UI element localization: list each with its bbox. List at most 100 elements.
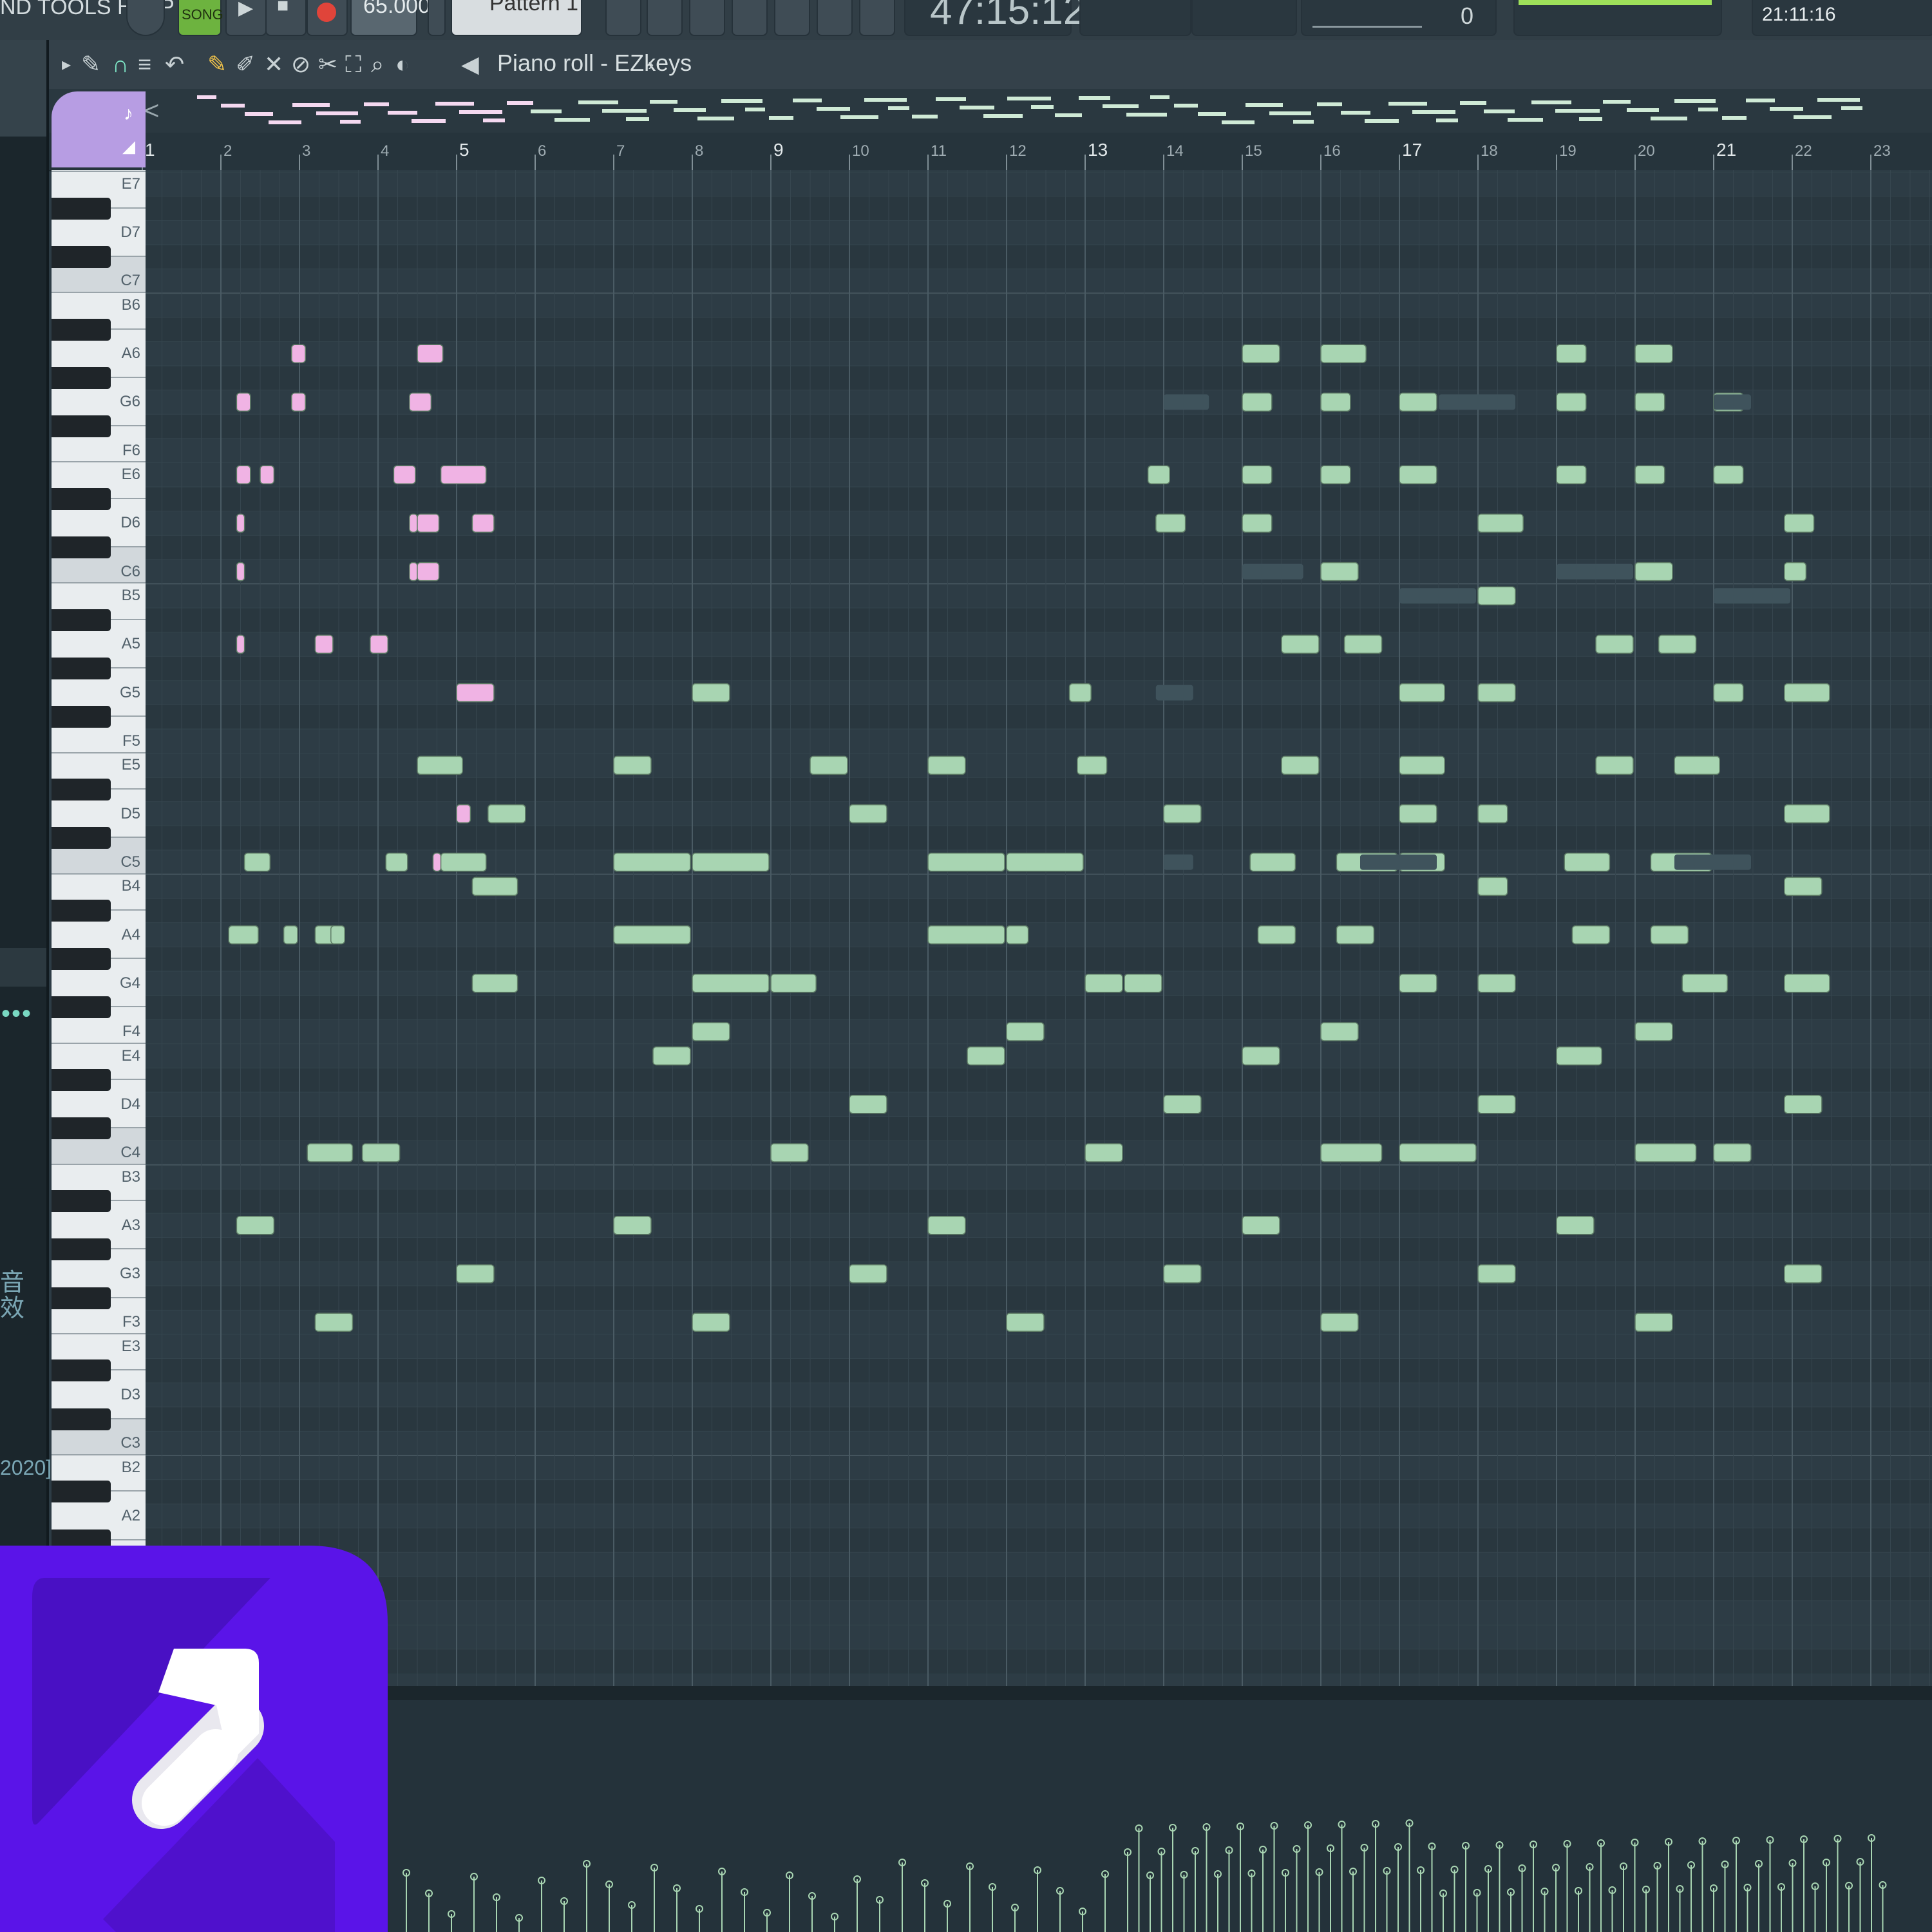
note[interactable]	[1006, 1022, 1045, 1041]
note[interactable]	[1242, 1216, 1280, 1235]
pink-note[interactable]	[236, 562, 245, 582]
note[interactable]	[1713, 1143, 1752, 1162]
note[interactable]	[1634, 1143, 1697, 1162]
note[interactable]	[1163, 804, 1202, 824]
note[interactable]	[1477, 513, 1524, 533]
note[interactable]	[849, 1264, 887, 1283]
pink-note[interactable]	[471, 513, 495, 533]
play-button[interactable]: ▶	[225, 0, 267, 36]
delete-icon[interactable]: ✕	[264, 52, 283, 77]
pink-note[interactable]	[417, 562, 440, 582]
note[interactable]	[1320, 1143, 1383, 1162]
pink-note[interactable]	[393, 465, 416, 484]
note[interactable]	[1343, 634, 1383, 654]
note[interactable]	[1155, 513, 1186, 533]
pink-note[interactable]	[370, 634, 389, 654]
note[interactable]	[849, 804, 887, 824]
master-volume-slider[interactable]	[1513, 0, 1722, 36]
speaker-icon[interactable]: ◀	[461, 52, 479, 77]
black-key[interactable]	[52, 1117, 111, 1140]
pink-note[interactable]	[417, 344, 444, 363]
browser-divider[interactable]	[0, 948, 46, 987]
note[interactable]	[1068, 683, 1092, 703]
note[interactable]	[1556, 465, 1587, 484]
effects-label[interactable]: 音效	[0, 1270, 46, 1321]
browser-dots[interactable]: •••	[1, 999, 32, 1028]
note[interactable]	[692, 974, 770, 993]
note[interactable]	[1320, 344, 1367, 363]
black-key[interactable]	[52, 706, 111, 728]
note[interactable]	[1399, 465, 1437, 484]
note[interactable]	[1006, 853, 1084, 872]
black-key[interactable]	[52, 318, 111, 341]
velocity-splitter[interactable]	[146, 1686, 1932, 1700]
pink-note[interactable]	[456, 683, 495, 703]
black-key[interactable]	[52, 996, 111, 1019]
note[interactable]	[1634, 1022, 1673, 1041]
note[interactable]	[1399, 683, 1445, 703]
note[interactable]	[243, 853, 271, 872]
undo-icon[interactable]: ↶	[165, 52, 184, 77]
note-grid[interactable]	[146, 170, 1932, 1690]
note[interactable]	[1242, 465, 1273, 484]
tool-button-4[interactable]	[732, 0, 768, 36]
note[interactable]	[1477, 1264, 1516, 1283]
note[interactable]	[1163, 1095, 1202, 1114]
note[interactable]	[1320, 392, 1351, 412]
black-key[interactable]	[52, 1069, 111, 1092]
note[interactable]	[1634, 465, 1665, 484]
note[interactable]	[810, 755, 848, 775]
note[interactable]	[1784, 562, 1807, 582]
tempo-display[interactable]: 65.000	[350, 0, 430, 36]
black-key[interactable]	[52, 609, 111, 631]
note[interactable]	[1399, 974, 1437, 993]
note[interactable]	[1595, 634, 1634, 654]
note[interactable]	[1674, 755, 1720, 775]
note[interactable]	[1320, 1312, 1359, 1332]
tool-button-1[interactable]	[605, 0, 641, 36]
pink-note[interactable]	[409, 562, 418, 582]
pattern-selector[interactable]: Pattern 1	[451, 0, 582, 36]
note[interactable]	[1634, 344, 1673, 363]
note[interactable]	[927, 755, 966, 775]
note[interactable]	[1658, 634, 1697, 654]
note[interactable]	[1336, 925, 1375, 945]
black-key[interactable]	[52, 1190, 111, 1213]
slice-icon[interactable]: ✂	[318, 52, 337, 77]
brush-icon[interactable]: ✐	[236, 52, 255, 77]
note[interactable]	[652, 1046, 691, 1066]
note[interactable]	[1784, 683, 1830, 703]
note[interactable]	[1477, 974, 1516, 993]
note[interactable]	[417, 755, 463, 775]
note[interactable]	[330, 925, 345, 945]
note[interactable]	[1556, 344, 1587, 363]
black-key[interactable]	[52, 658, 111, 679]
note[interactable]	[967, 1046, 1005, 1066]
tool-button-2[interactable]	[647, 0, 683, 36]
note[interactable]	[385, 853, 408, 872]
arrow-icon[interactable]: ▸	[62, 52, 71, 77]
master-knob[interactable]	[126, 0, 165, 36]
black-key[interactable]	[52, 900, 111, 922]
black-key[interactable]	[52, 536, 111, 558]
note[interactable]	[1147, 465, 1170, 484]
tool-button-3[interactable]	[689, 0, 725, 36]
wrench-icon[interactable]: ✎	[81, 52, 100, 77]
note[interactable]	[1320, 465, 1351, 484]
note[interactable]	[1242, 513, 1273, 533]
black-key[interactable]	[52, 1529, 111, 1546]
tool-button-6[interactable]	[817, 0, 853, 36]
pink-note[interactable]	[432, 853, 442, 872]
black-key[interactable]	[52, 1287, 111, 1309]
note[interactable]	[1399, 755, 1445, 775]
black-key[interactable]	[52, 1359, 111, 1382]
note[interactable]	[1242, 392, 1273, 412]
black-key[interactable]	[52, 1238, 111, 1261]
black-key[interactable]	[52, 488, 111, 510]
note[interactable]	[1281, 634, 1320, 654]
note[interactable]	[1281, 755, 1320, 775]
note[interactable]	[613, 1216, 652, 1235]
black-key[interactable]	[52, 1408, 111, 1430]
note[interactable]	[1784, 804, 1830, 824]
pencil-icon[interactable]: ✎	[207, 52, 227, 77]
